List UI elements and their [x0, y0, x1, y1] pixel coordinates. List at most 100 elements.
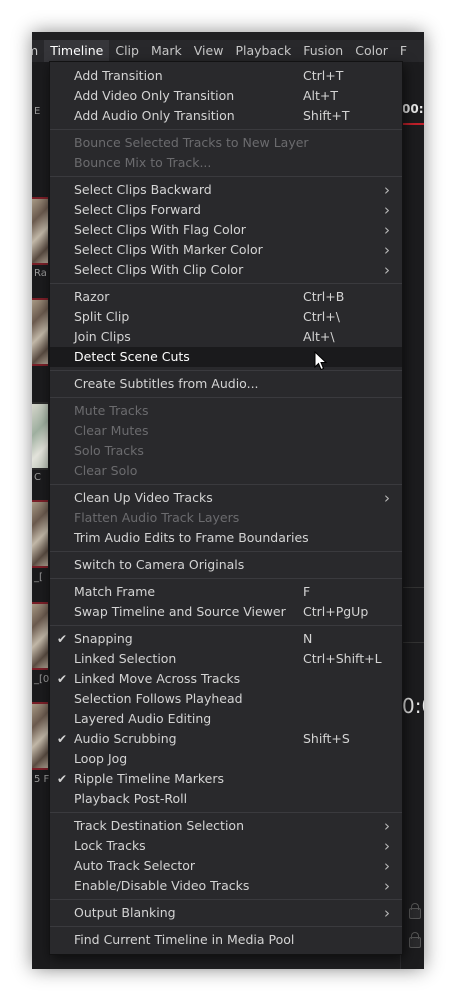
shortcut-label: Shift+S: [303, 731, 350, 746]
menu-item-label: Join Clips: [74, 329, 131, 344]
menu-separator: [50, 484, 402, 485]
menu-separator: [50, 551, 402, 552]
menu-item-flatten-audio-track-layers: Flatten Audio Track Layers: [50, 508, 402, 528]
menu-item-ripple-timeline-markers[interactable]: ✔ Ripple Timeline Markers: [50, 769, 402, 789]
menu-item-loop-jog[interactable]: Loop Jog: [50, 749, 402, 769]
menubar-item-view[interactable]: View: [188, 40, 230, 62]
menu-item-select-clips-backward[interactable]: Select Clips Backward ›: [50, 180, 402, 200]
menu-item-find-current-timeline-in-media-pool[interactable]: Find Current Timeline in Media Pool: [50, 930, 402, 950]
menu-item-label: Add Transition: [74, 68, 163, 83]
menu-item-label: Select Clips Backward: [74, 182, 212, 197]
menu-separator: [50, 812, 402, 813]
clip-thumbnail[interactable]: [32, 602, 48, 670]
menu-item-label: Select Clips Forward: [74, 202, 201, 217]
menu-item-output-blanking[interactable]: Output Blanking ›: [50, 903, 402, 923]
menu-item-label: Audio Scrubbing: [74, 731, 177, 746]
menubar-item-fusion[interactable]: Fusion: [297, 40, 349, 62]
menu-item-playback-post-roll[interactable]: Playback Post-Roll: [50, 789, 402, 809]
menu-item-linked-move-across-tracks[interactable]: ✔ Linked Move Across Tracks: [50, 669, 402, 689]
timeline-viewer-strip: [400, 62, 424, 969]
chevron-right-icon: ›: [384, 489, 390, 507]
menu-item-label: Enable/Disable Video Tracks: [74, 878, 250, 893]
menu-item-audio-scrubbing[interactable]: ✔ Audio Scrubbing Shift+S: [50, 729, 402, 749]
clip-thumbnail[interactable]: [32, 298, 48, 366]
menu-item-label: Loop Jog: [74, 751, 128, 766]
clip-label: _[0: [34, 674, 50, 685]
lock-icon[interactable]: [409, 903, 421, 919]
menubar-item-m[interactable]: m: [32, 40, 44, 62]
divider: [400, 587, 424, 588]
menu-item-detect-scene-cuts[interactable]: Detect Scene Cuts: [50, 347, 402, 367]
menu-item-add-video-only-transition[interactable]: Add Video Only Transition Alt+T: [50, 86, 402, 106]
menu-item-label: Razor: [74, 289, 110, 304]
menu-item-add-audio-only-transition[interactable]: Add Audio Only Transition Shift+T: [50, 106, 402, 126]
menu-item-solo-tracks: Solo Tracks: [50, 441, 402, 461]
menu-item-select-clips-with-flag-color[interactable]: Select Clips With Flag Color ›: [50, 220, 402, 240]
menu-item-switch-to-camera-originals[interactable]: Switch to Camera Originals: [50, 555, 402, 575]
checkmark-icon: ✔: [57, 772, 68, 786]
menubar-item-playback[interactable]: Playback: [229, 40, 297, 62]
menu-item-label: Selection Follows Playhead: [74, 691, 243, 706]
clip-thumbnail[interactable]: [32, 702, 48, 770]
clip-thumbnail[interactable]: [32, 197, 48, 265]
menu-item-track-destination-selection[interactable]: Track Destination Selection ›: [50, 816, 402, 836]
clip-thumbnail[interactable]: [32, 402, 48, 470]
menu-item-label: Solo Tracks: [74, 443, 144, 458]
menu-item-auto-track-selector[interactable]: Auto Track Selector ›: [50, 856, 402, 876]
menubar-item-clip[interactable]: Clip: [109, 40, 145, 62]
menu-bar: m Timeline Clip Mark View Playback Fusion Color…: [32, 40, 424, 62]
shortcut-label: Alt+T: [303, 88, 339, 103]
checkmark-icon: ✔: [57, 672, 68, 686]
chevron-right-icon: ›: [384, 877, 390, 895]
menu-item-enable-disable-video-tracks[interactable]: Enable/Disable Video Tracks ›: [50, 876, 402, 896]
menu-item-label: Flatten Audio Track Layers: [74, 510, 240, 525]
menubar-item-f[interactable]: F: [394, 40, 413, 62]
menu-item-razor[interactable]: Razor Ctrl+B: [50, 287, 402, 307]
menu-item-label: Select Clips With Marker Color: [74, 242, 263, 257]
menu-item-label: Bounce Selected Tracks to New Layer: [74, 135, 309, 150]
menu-item-clean-up-video-tracks[interactable]: Clean Up Video Tracks ›: [50, 488, 402, 508]
menu-item-clear-solo: Clear Solo: [50, 461, 402, 481]
menu-item-lock-tracks[interactable]: Lock Tracks ›: [50, 836, 402, 856]
menu-item-layered-audio-editing[interactable]: Layered Audio Editing: [50, 709, 402, 729]
clip-thumbnail[interactable]: [32, 500, 48, 568]
menu-item-label: Clear Solo: [74, 463, 138, 478]
clip-label: E: [34, 106, 41, 117]
menu-item-select-clips-forward[interactable]: Select Clips Forward ›: [50, 200, 402, 220]
menubar-item-mark[interactable]: Mark: [145, 40, 188, 62]
menu-item-swap-timeline-and-source-viewer[interactable]: Swap Timeline and Source Viewer Ctrl+PgUp: [50, 602, 402, 622]
menu-item-match-frame[interactable]: Match Frame F: [50, 582, 402, 602]
timecode-display: 00:0: [402, 102, 424, 116]
menu-item-label: Snapping: [74, 631, 133, 646]
menu-item-split-clip[interactable]: Split Clip Ctrl+\: [50, 307, 402, 327]
menu-item-label: Lock Tracks: [74, 838, 146, 853]
menu-item-trim-audio-edits-to-frame-boundaries[interactable]: Trim Audio Edits to Frame Boundaries: [50, 528, 402, 548]
menubar-item-timeline[interactable]: Timeline: [44, 40, 110, 62]
chevron-right-icon: ›: [384, 181, 390, 199]
menu-item-select-clips-with-clip-color[interactable]: Select Clips With Clip Color ›: [50, 260, 402, 280]
menu-item-create-subtitles-from-audio[interactable]: Create Subtitles from Audio...: [50, 374, 402, 394]
menu-item-label: Linked Selection: [74, 651, 177, 666]
menu-separator: [50, 578, 402, 579]
menu-item-label: Create Subtitles from Audio...: [74, 376, 259, 391]
menu-item-join-clips[interactable]: Join Clips Alt+\: [50, 327, 402, 347]
shortcut-label: Ctrl+B: [303, 289, 345, 304]
menu-item-label: Track Destination Selection: [74, 818, 244, 833]
media-pool-strip: E Ra C _[ _[0 5 Fi: [32, 62, 51, 969]
menubar-item-color[interactable]: Color: [349, 40, 394, 62]
shortcut-label: Ctrl+Shift+L: [303, 651, 382, 666]
screen: m Timeline Clip Mark View Playback Fusion Color…: [0, 0, 456, 1001]
menu-item-linked-selection[interactable]: Linked Selection Ctrl+Shift+L: [50, 649, 402, 669]
shortcut-label: Shift+T: [303, 108, 350, 123]
lock-icon[interactable]: [409, 932, 421, 948]
menu-item-select-clips-with-marker-color[interactable]: Select Clips With Marker Color ›: [50, 240, 402, 260]
menu-item-label: Output Blanking: [74, 905, 176, 920]
timeline-menu-dropdown: Add Transition Ctrl+T Add Video Only Trans…: [49, 61, 403, 955]
menu-item-selection-follows-playhead[interactable]: Selection Follows Playhead: [50, 689, 402, 709]
menu-separator: [50, 283, 402, 284]
menu-item-label: Select Clips With Flag Color: [74, 222, 246, 237]
menu-item-snapping[interactable]: ✔ Snapping N: [50, 629, 402, 649]
menu-item-add-transition[interactable]: Add Transition Ctrl+T: [50, 66, 402, 86]
shortcut-label: Ctrl+PgUp: [303, 604, 369, 619]
menu-item-label: Clear Mutes: [74, 423, 149, 438]
